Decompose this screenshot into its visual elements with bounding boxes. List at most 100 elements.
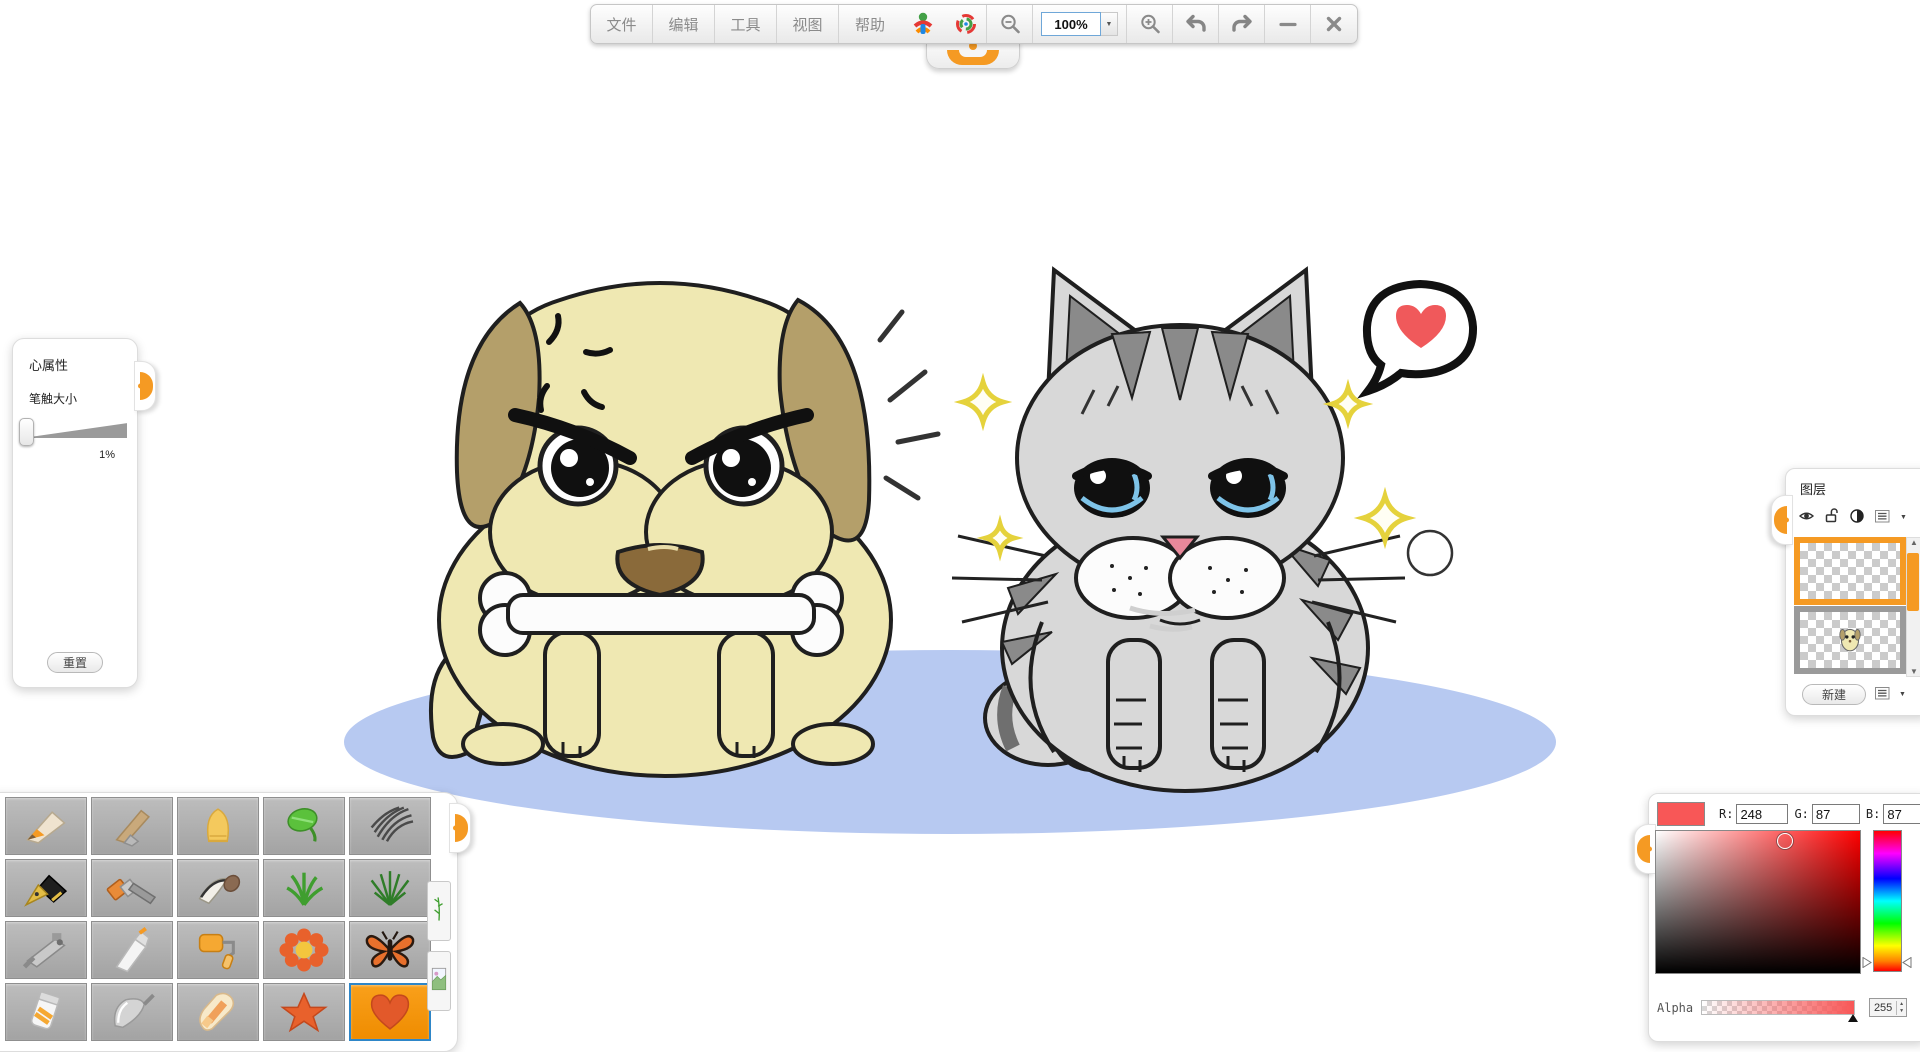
brush-pine-grass[interactable]: [349, 859, 431, 917]
scroll-up-icon[interactable]: ▲: [1910, 538, 1918, 547]
layers-panel-footer: 新建 ▼: [1786, 684, 1920, 705]
layers-panel: 图层 ▼ ▲ ▼ 新建 ▼: [1785, 468, 1920, 716]
brush-wood-pencil[interactable]: [91, 797, 173, 855]
slider-thumb[interactable]: [19, 418, 34, 446]
menu-tools[interactable]: 工具: [715, 5, 777, 43]
brush-butterfly[interactable]: [349, 921, 431, 979]
close-icon: [1322, 12, 1346, 36]
bamboo-icon: [431, 884, 447, 939]
layers-panel-title: 图层: [1800, 479, 1920, 498]
brush-picker-panel: [0, 792, 458, 1052]
brush-crayon[interactable]: [177, 797, 259, 855]
mini-dog-icon: [1837, 623, 1863, 658]
new-layer-button[interactable]: 新建: [1802, 684, 1866, 705]
menu-help[interactable]: 帮助: [839, 5, 901, 43]
menu-edit[interactable]: 编辑: [653, 5, 715, 43]
brush-star[interactable]: [263, 983, 345, 1041]
eye-icon: [1798, 508, 1815, 527]
alpha-marker[interactable]: [1848, 1014, 1858, 1022]
chevron-down-icon[interactable]: ▼: [1900, 514, 1907, 521]
alpha-row: Alpha 255 ▲ ▼: [1657, 998, 1907, 1017]
alpha-slider[interactable]: [1701, 1000, 1855, 1015]
brush-heart[interactable]: [349, 983, 431, 1041]
r-input[interactable]: [1736, 804, 1788, 824]
close-button[interactable]: [1311, 5, 1357, 43]
chevron-down-icon: ▼: [1106, 21, 1113, 28]
current-color-swatch[interactable]: [1657, 802, 1705, 826]
hue-marker-right[interactable]: [1902, 957, 1912, 968]
brush-paint-tube[interactable]: [5, 983, 87, 1041]
alpha-label: Alpha: [1657, 1001, 1693, 1015]
hue-bar[interactable]: [1873, 830, 1902, 972]
color-panel-handle[interactable]: [1634, 824, 1656, 874]
color-cursor[interactable]: [1777, 833, 1793, 849]
slider-track: [23, 420, 127, 442]
brush-fountain-pen[interactable]: [5, 859, 87, 917]
brush-paint-roller[interactable]: [177, 921, 259, 979]
zoom-in-button[interactable]: [1127, 5, 1173, 43]
zoom-out-button[interactable]: [987, 5, 1033, 43]
redo-button[interactable]: [1219, 5, 1265, 43]
spin-up-icon[interactable]: ▲: [1897, 1001, 1906, 1008]
brush-leaf[interactable]: [263, 797, 345, 855]
brush-category-tab-image[interactable]: [427, 951, 451, 1011]
scroll-down-icon[interactable]: ▼: [1910, 667, 1918, 676]
list-icon: [1874, 508, 1891, 527]
r-label: R:: [1719, 807, 1733, 821]
rainbow-figure-button[interactable]: [901, 5, 945, 43]
menu-view[interactable]: 视图: [777, 5, 839, 43]
saturation-value-square[interactable]: [1655, 830, 1861, 974]
brush-spray-bottle[interactable]: [91, 921, 173, 979]
properties-panel-handle[interactable]: [134, 361, 156, 411]
layer-thumbnail-dog: [1800, 612, 1900, 668]
brush-flat-brush[interactable]: [91, 859, 173, 917]
scrollbar-thumb[interactable]: [1907, 553, 1919, 611]
toolbar-collapse-tab[interactable]: [926, 41, 1020, 69]
minimize-button[interactable]: [1265, 5, 1311, 43]
brush-size-label: 笔触大小: [29, 390, 137, 407]
zoom-level-value[interactable]: 100%: [1041, 12, 1101, 36]
zoom-level-dropdown[interactable]: ▼: [1101, 12, 1118, 36]
brush-category-tab-bamboo[interactable]: [427, 881, 451, 941]
brush-cursor-circle: [1408, 531, 1452, 575]
brush-eraser[interactable]: [177, 983, 259, 1041]
brush-airbrush[interactable]: [5, 921, 87, 979]
layer-row-bottom[interactable]: [1794, 606, 1906, 674]
brush-size-slider[interactable]: [19, 417, 131, 445]
layer-list: [1794, 537, 1906, 675]
b-input[interactable]: [1883, 804, 1920, 824]
layer-menu-button[interactable]: [1874, 508, 1891, 527]
spin-down-icon[interactable]: ▼: [1897, 1008, 1906, 1015]
alpha-spinner: 255 ▲ ▼: [1869, 998, 1907, 1017]
g-label: G:: [1794, 807, 1808, 821]
list-icon: [1874, 689, 1891, 704]
brush-pencil[interactable]: [5, 797, 87, 855]
layer-list-scrollbar[interactable]: ▲ ▼: [1906, 537, 1920, 677]
rainbow-spiral-button[interactable]: [945, 5, 987, 43]
zoom-out-icon: [998, 12, 1022, 36]
brush-panel-handle[interactable]: [449, 803, 471, 853]
brush-properties-panel: 心属性 笔触大小 1% 重置: [12, 338, 138, 688]
brush-palette-knife[interactable]: [91, 983, 173, 1041]
menu-file[interactable]: 文件: [591, 5, 653, 43]
layer-visibility-button[interactable]: [1798, 508, 1815, 527]
reset-button[interactable]: 重置: [47, 652, 103, 673]
brush-grass[interactable]: [263, 859, 345, 917]
rgb-row: R: G: B:: [1657, 802, 1920, 826]
properties-panel-title: 心属性: [29, 355, 137, 374]
layer-lock-button[interactable]: [1824, 508, 1840, 527]
g-input[interactable]: [1812, 804, 1860, 824]
chevron-down-icon[interactable]: ▼: [1899, 691, 1906, 698]
layer-toolbar: ▼: [1798, 508, 1920, 527]
clown-smile-icon: [947, 50, 999, 65]
layer-row-top[interactable]: [1794, 537, 1906, 605]
brush-flower[interactable]: [263, 921, 345, 979]
lock-open-icon: [1824, 508, 1840, 527]
brush-round-brush[interactable]: [177, 859, 259, 917]
layer-options-button[interactable]: [1874, 685, 1891, 704]
layers-panel-handle[interactable]: [1771, 495, 1793, 545]
layer-blend-button[interactable]: [1849, 508, 1865, 527]
undo-button[interactable]: [1173, 5, 1219, 43]
hue-marker-left[interactable]: [1862, 957, 1872, 968]
brush-fur-brush[interactable]: [349, 797, 431, 855]
